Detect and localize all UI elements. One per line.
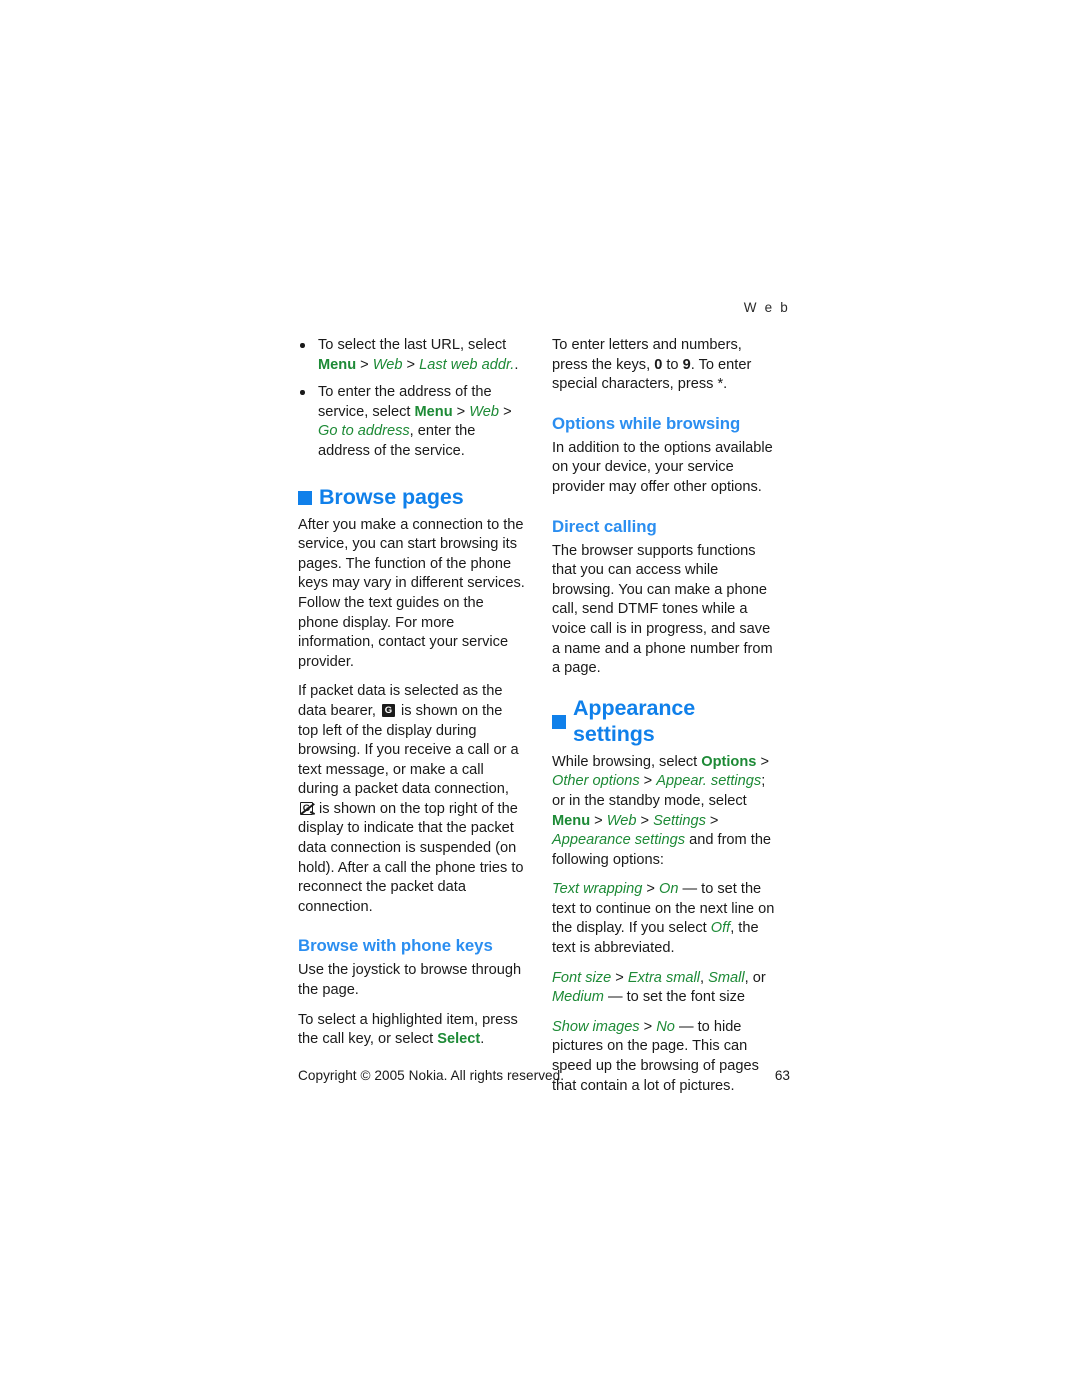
menu-path-item: Web bbox=[606, 812, 637, 829]
page-footer: Copyright © 2005 Nokia. All rights reser… bbox=[298, 1068, 790, 1083]
gprs-indicator-icon: G bbox=[381, 703, 395, 717]
section-heading-label: Browse pages bbox=[319, 484, 464, 509]
select-keyword: Select bbox=[437, 1031, 481, 1048]
packet-data-paragraph: If packet data is selected as the data b… bbox=[298, 682, 526, 917]
options-paragraph: In addition to the options available on … bbox=[552, 439, 773, 495]
option-show-images: Show images > No — to hide pictures on t… bbox=[552, 1018, 780, 1096]
option-font-size: Font size > Extra small, Small, or Mediu… bbox=[552, 969, 780, 1008]
square-bullet-icon bbox=[552, 714, 566, 729]
menu-path-item: Settings bbox=[653, 812, 706, 829]
menu-keyword: Menu bbox=[414, 403, 453, 420]
path-separator: > bbox=[590, 812, 607, 829]
path-separator: > bbox=[611, 969, 628, 986]
direct-calling-paragraph: The browser supports functions that you … bbox=[552, 542, 773, 677]
subheading-options-while-browsing: Options while browsing bbox=[552, 413, 741, 433]
browse-keys-paragraph-2: To select a highlighted item, press the … bbox=[298, 1011, 526, 1050]
option-name: Show images bbox=[552, 1018, 640, 1035]
packet-text-part3: is shown on the top right of the display… bbox=[298, 800, 524, 915]
section-heading-label: Appearance settings bbox=[573, 695, 696, 746]
option-value: No bbox=[656, 1018, 675, 1035]
icon-glyph: G bbox=[384, 704, 393, 716]
running-header: W e b bbox=[743, 300, 790, 315]
path-separator: > bbox=[705, 812, 719, 829]
gprs-suspended-indicator-icon: G bbox=[300, 801, 316, 815]
subheading-browse-with-phone-keys: Browse with phone keys bbox=[298, 936, 493, 956]
value-separator: , or bbox=[744, 969, 766, 986]
option-description: — to set the font size bbox=[603, 989, 746, 1006]
path-separator: > bbox=[639, 1018, 657, 1035]
subheading-direct-calling: Direct calling bbox=[552, 516, 657, 536]
menu-keyword: Menu bbox=[318, 356, 357, 373]
select-text-pre: To select a highlighted item, press the … bbox=[298, 1011, 518, 1048]
path-separator: > bbox=[402, 356, 420, 373]
url-bullet-list: To select the last URL, select Menu > We… bbox=[298, 336, 526, 462]
section-heading-appearance-settings: Appearance settings bbox=[552, 695, 780, 747]
bullet-text-post: . bbox=[514, 356, 519, 373]
option-value-alt: Off bbox=[710, 920, 731, 937]
option-value-alt: Small bbox=[708, 969, 745, 986]
enter-letters-part2: to bbox=[662, 356, 683, 373]
section-heading-browse-pages: Browse pages bbox=[298, 484, 526, 510]
page-number: 63 bbox=[774, 1068, 790, 1083]
option-text-wrapping: Text wrapping > On — to set the text to … bbox=[552, 880, 780, 958]
right-column: To enter letters and numbers, press the … bbox=[552, 336, 780, 1106]
browse-keys-paragraph-1: Use the joystick to browse through the p… bbox=[298, 962, 522, 999]
menu-path-item: Web bbox=[469, 403, 500, 420]
option-value: Extra small bbox=[627, 969, 701, 986]
appearance-intro-paragraph: While browsing, select Options > Other o… bbox=[552, 753, 780, 871]
key-nine-label: 9 bbox=[682, 356, 691, 373]
enter-letters-paragraph: To enter letters and numbers, press the … bbox=[552, 336, 780, 395]
list-item: To select the last URL, select Menu > We… bbox=[298, 336, 526, 375]
bullet-dot-icon bbox=[300, 390, 305, 395]
option-value-alt2: Medium bbox=[552, 989, 604, 1006]
menu-keyword: Menu bbox=[552, 812, 591, 829]
manual-page: W e b To select the last URL, select Men… bbox=[0, 0, 1080, 1397]
path-separator: > bbox=[499, 403, 512, 420]
menu-path-item: Web bbox=[372, 356, 403, 373]
copyright-notice: Copyright © 2005 Nokia. All rights reser… bbox=[298, 1068, 565, 1083]
option-name: Text wrapping bbox=[552, 881, 643, 898]
bullet-dot-icon bbox=[300, 343, 305, 348]
intro-part1: While browsing, select bbox=[552, 753, 702, 770]
menu-path-item: Appear. settings bbox=[656, 773, 762, 790]
option-name: Font size bbox=[552, 969, 612, 986]
path-separator: > bbox=[642, 881, 659, 898]
path-separator: > bbox=[356, 356, 373, 373]
value-separator: , bbox=[700, 969, 709, 986]
square-bullet-icon bbox=[298, 490, 312, 505]
options-keyword: Options bbox=[701, 753, 757, 770]
left-column: To select the last URL, select Menu > We… bbox=[298, 336, 526, 1060]
browse-pages-paragraph: After you make a connection to the servi… bbox=[298, 516, 525, 670]
two-column-body: To select the last URL, select Menu > We… bbox=[298, 336, 792, 1094]
select-text-post: . bbox=[480, 1031, 485, 1048]
path-separator: > bbox=[639, 773, 657, 790]
menu-path-item: Last web addr. bbox=[419, 356, 515, 373]
list-item: To enter the address of the service, sel… bbox=[298, 383, 526, 461]
path-separator: > bbox=[636, 812, 654, 829]
path-separator: > bbox=[756, 753, 769, 770]
path-separator: > bbox=[452, 403, 470, 420]
option-value: On bbox=[658, 881, 679, 898]
menu-path-item: Other options bbox=[552, 773, 640, 790]
menu-path-item: Appearance settings bbox=[552, 832, 686, 849]
menu-path-item: Go to address bbox=[318, 423, 410, 440]
bullet-text-pre: To select the last URL, select bbox=[318, 337, 507, 353]
